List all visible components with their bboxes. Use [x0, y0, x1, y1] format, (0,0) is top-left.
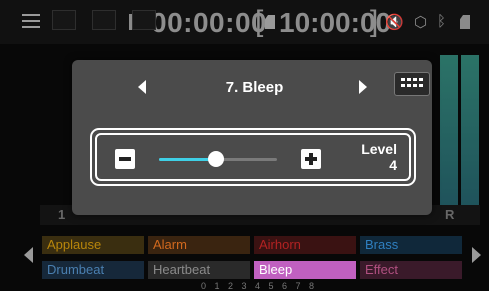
increase-level-button[interactable] — [301, 149, 321, 169]
grid-dot-icon — [401, 84, 405, 87]
sound-pad-selected[interactable]: Bleep — [254, 261, 356, 279]
pad-page-right-arrow-icon[interactable] — [472, 247, 481, 263]
level-slider[interactable] — [159, 151, 277, 167]
remaining-bracket-open: [ — [255, 5, 264, 38]
sound-pad[interactable]: Applause — [42, 236, 144, 254]
decrease-level-button[interactable] — [115, 149, 135, 169]
channel-box — [92, 10, 116, 30]
bluetooth-icon: ᛒ — [437, 13, 447, 30]
grid-dot-icon — [419, 84, 423, 87]
grid-dot-icon — [419, 78, 423, 81]
level-control: Level 4 — [90, 128, 416, 186]
minus-icon — [119, 157, 131, 161]
plus-icon-vertical — [309, 153, 313, 165]
elapsed-timecode: 00:00:00 — [151, 7, 268, 38]
sound-pad[interactable]: Brass — [360, 236, 462, 254]
grid-dot-icon — [407, 78, 411, 81]
sound-pad-dialog: 7. Bleep Level 4 — [72, 60, 432, 215]
level-slider-thumb[interactable] — [208, 151, 224, 167]
sd-card-icon — [265, 15, 275, 29]
sound-pad[interactable]: Drumbeat — [42, 261, 144, 279]
pad-page-numbers: 0 1 2 3 4 5 6 7 8 — [201, 281, 318, 291]
speaker-mute-icon: 🔇 — [385, 14, 404, 31]
level-control-inner: Level 4 — [95, 133, 411, 181]
usb-icon: ⬡ — [414, 14, 428, 31]
sound-title: 7. Bleep — [225, 79, 284, 96]
sound-pad[interactable]: Effect — [360, 261, 462, 279]
sound-pad[interactable]: Heartbeat — [148, 261, 250, 279]
next-sound-arrow-icon[interactable] — [359, 80, 367, 94]
level-label: Level — [361, 141, 397, 157]
card-icon — [460, 15, 470, 29]
grid-dot-icon — [401, 78, 405, 81]
remaining-bracket-close: ] — [370, 5, 379, 38]
channel-box — [132, 10, 156, 30]
menu-icon[interactable] — [22, 14, 40, 28]
grid-dot-icon — [413, 78, 417, 81]
pad-page-left-arrow-icon[interactable] — [24, 247, 33, 263]
level-readout: Level 4 — [361, 141, 397, 173]
grid-view-button[interactable] — [394, 72, 430, 96]
sound-pad[interactable]: Airhorn — [254, 236, 356, 254]
previous-sound-arrow-icon[interactable] — [138, 80, 146, 94]
channel-box — [52, 10, 76, 30]
grid-dot-icon — [413, 84, 417, 87]
level-value: 4 — [389, 157, 397, 173]
sound-pad[interactable]: Alarm — [148, 236, 250, 254]
grid-dot-icon — [407, 84, 411, 87]
